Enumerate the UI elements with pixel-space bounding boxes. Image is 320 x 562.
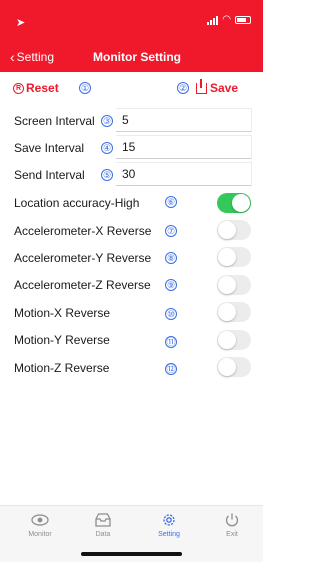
power-icon — [224, 512, 240, 528]
send-interval-label: Send Interval — [14, 168, 85, 182]
tab-monitor[interactable]: Monitor — [14, 512, 66, 538]
location-arrow-icon: ➤ — [16, 17, 26, 29]
screen-interval-input[interactable] — [116, 108, 252, 132]
accelerometer-y-label: Accelerometer-Y Reverse — [14, 251, 152, 265]
battery-icon — [235, 16, 251, 24]
wifi-icon: ◠ — [222, 14, 231, 25]
tab-exit[interactable]: Exit — [206, 512, 258, 538]
home-indicator — [81, 552, 182, 556]
toggle-knob — [218, 331, 236, 349]
motion-x-label: Motion-X Reverse — [14, 306, 111, 320]
motion-x-toggle[interactable] — [217, 302, 251, 322]
save-icon — [195, 78, 207, 94]
motion-y-label: Motion-Y Reverse — [14, 333, 110, 347]
save-interval-input[interactable] — [116, 135, 252, 159]
tab-label: Setting — [158, 531, 180, 538]
marker-11: ⑪ — [165, 336, 177, 348]
send-interval-input[interactable] — [116, 162, 252, 186]
marker-6: ⑥ — [165, 196, 177, 208]
marker-7: ⑦ — [165, 225, 177, 237]
toggle-knob — [232, 194, 250, 212]
toggle-knob — [218, 276, 236, 294]
screen-interval-label: Screen Interval — [14, 114, 95, 128]
chevron-left-icon: ‹ — [10, 49, 15, 65]
marker-9: ⑨ — [165, 279, 177, 291]
tab-label: Monitor — [28, 531, 52, 538]
marker-1: ① — [79, 82, 91, 94]
accelerometer-z-toggle[interactable] — [217, 275, 251, 295]
marker-3: ③ — [101, 115, 113, 127]
motion-z-label: Motion-Z Reverse — [14, 361, 110, 375]
page-title: Monitor Setting — [93, 50, 181, 64]
status-bar-icons: ◠ — [207, 15, 251, 25]
location-accuracy-label: Location accuracy-High — [14, 196, 140, 210]
toggle-knob — [218, 221, 236, 239]
tab-setting[interactable]: Setting — [143, 512, 195, 538]
gear-icon — [161, 512, 177, 528]
accelerometer-x-toggle[interactable] — [217, 220, 251, 240]
save-button[interactable]: Save — [195, 78, 238, 95]
marker-12: ⑫ — [165, 363, 177, 375]
accelerometer-y-toggle[interactable] — [217, 247, 251, 267]
navigation-header: ➤ ◠ ‹ Setting Monitor Setting — [0, 0, 263, 72]
tab-label: Data — [95, 531, 111, 538]
tab-label: Exit — [226, 531, 238, 538]
reset-label: Reset — [26, 81, 59, 95]
marker-5: ⑤ — [101, 169, 113, 181]
toggle-knob — [218, 303, 236, 321]
save-label: Save — [209, 81, 238, 95]
motion-y-toggle[interactable] — [217, 330, 251, 350]
marker-2: ② — [177, 82, 189, 94]
back-button[interactable]: ‹ Setting — [10, 50, 54, 64]
tab-data[interactable]: Data — [77, 512, 129, 538]
toggle-knob — [218, 358, 236, 376]
toggle-knob — [218, 248, 236, 266]
save-interval-label: Save Interval — [14, 141, 85, 155]
motion-z-toggle[interactable] — [217, 357, 251, 377]
reset-button[interactable]: R Reset — [13, 81, 59, 95]
location-accuracy-toggle[interactable] — [217, 193, 251, 213]
accelerometer-z-label: Accelerometer-Z Reverse — [14, 278, 151, 292]
back-label: Setting — [16, 50, 55, 64]
cellular-signal-icon — [207, 15, 219, 25]
eye-icon — [31, 512, 49, 528]
marker-4: ④ — [101, 142, 113, 154]
inbox-icon — [94, 512, 112, 528]
marker-8: ⑧ — [165, 252, 177, 264]
marker-10: ⑩ — [165, 308, 177, 320]
reset-icon: R — [13, 82, 24, 94]
accelerometer-x-label: Accelerometer-X Reverse — [14, 224, 152, 238]
